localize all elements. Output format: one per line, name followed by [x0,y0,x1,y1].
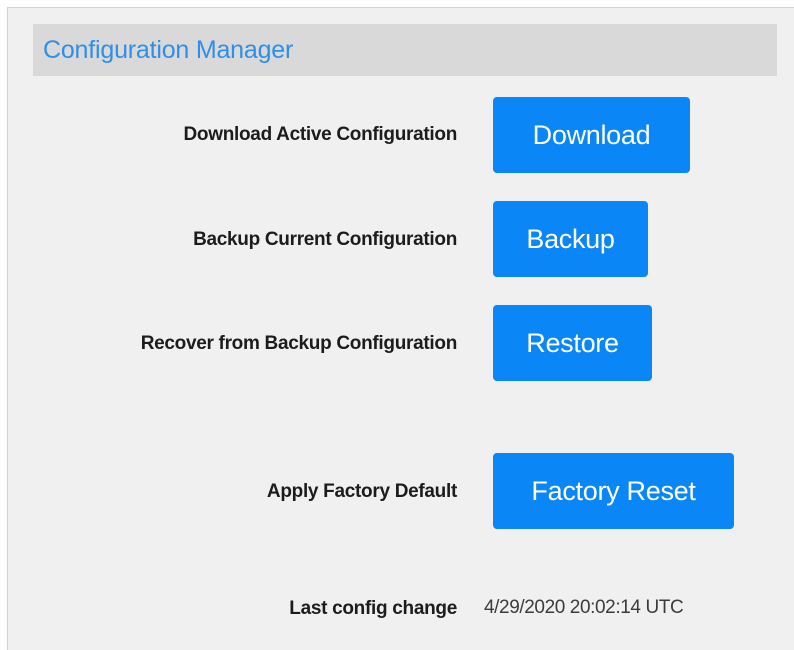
factory-default-label: Apply Factory Default [266,481,457,502]
restore-config-label: Recover from Backup Configuration [140,333,458,354]
factory-reset-button[interactable]: Factory Reset [493,453,734,529]
backup-button[interactable]: Backup [493,201,648,277]
backup-config-label: Backup Current Configuration [193,229,457,250]
download-config-label: Download Active Configuration [183,124,458,145]
last-config-change-value: 4/29/2020 20:02:14 UTC [484,597,684,618]
download-button[interactable]: Download [493,97,690,173]
last-config-change-label: Last config change [289,598,457,619]
restore-button[interactable]: Restore [493,305,652,381]
panel-title: Configuration Manager [43,35,294,64]
panel-header: Configuration Manager [33,24,777,76]
